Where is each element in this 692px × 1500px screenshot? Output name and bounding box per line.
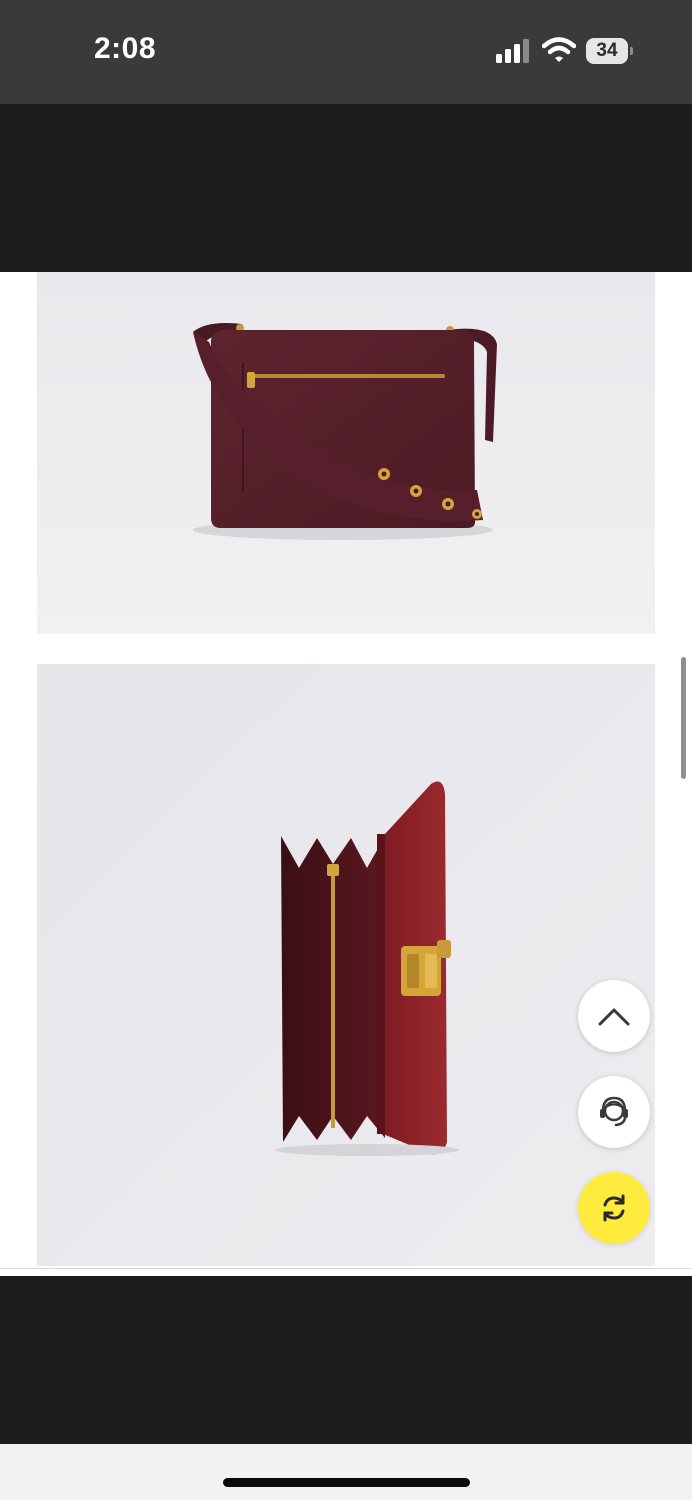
refresh-icon	[603, 1194, 625, 1222]
wifi-icon	[542, 37, 576, 62]
footer-banner	[0, 1276, 692, 1444]
scrollbar[interactable]	[681, 657, 686, 779]
header-banner	[0, 104, 692, 272]
chevron-up-icon	[598, 1008, 630, 1026]
status-time: 2:08	[94, 32, 157, 65]
signal-icon	[496, 39, 529, 63]
home-indicator[interactable]	[223, 1478, 470, 1487]
battery-icon: 34	[586, 38, 633, 64]
bag-open-top-view-image[interactable]	[37, 664, 655, 1266]
refresh-button[interactable]	[578, 1172, 650, 1244]
bag-back-view-image[interactable]	[37, 272, 655, 634]
headset-agent-icon	[600, 1096, 628, 1127]
battery-cap	[630, 47, 633, 55]
battery-level: 34	[586, 38, 628, 64]
status-bar: 2:08 34	[0, 0, 692, 104]
home-bar-area	[0, 1444, 692, 1500]
scroll-to-top-button[interactable]	[578, 980, 650, 1052]
content-divider	[0, 1268, 692, 1269]
customer-support-button[interactable]	[578, 1076, 650, 1148]
